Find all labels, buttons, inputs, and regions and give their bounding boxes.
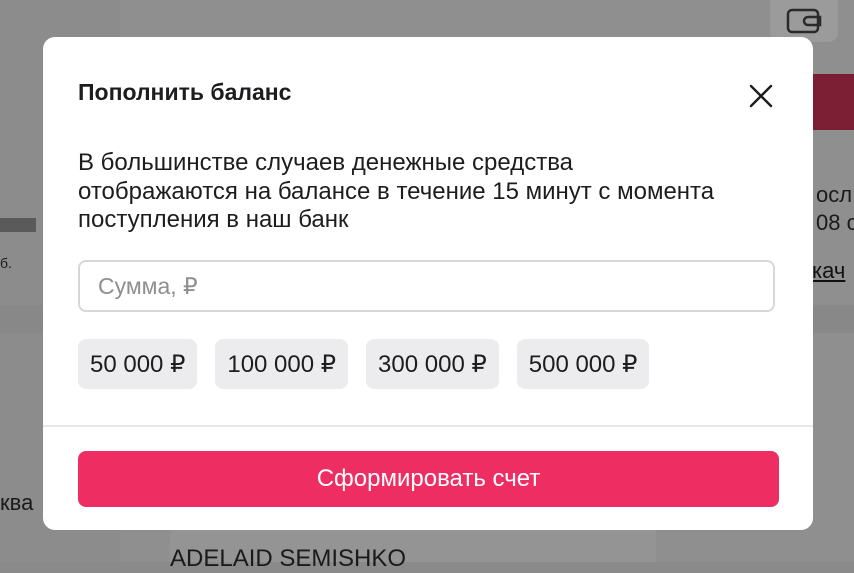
quick-amount-300000-button[interactable]: 300 000 ₽ <box>366 339 499 389</box>
background-name-text: ADELAID SEMISHKO <box>170 545 407 572</box>
amount-input[interactable] <box>78 260 775 312</box>
top-up-balance-modal: Пополнить баланс В большинстве случаев д… <box>43 37 813 530</box>
background-action-button[interactable] <box>813 74 854 130</box>
background-right-text-1: осл <box>816 182 853 207</box>
create-invoice-button[interactable]: Сформировать счет <box>78 451 779 507</box>
modal-title: Пополнить баланс <box>78 79 292 105</box>
background-left-word: ква <box>0 490 34 515</box>
background-left-small-text: б. <box>0 255 12 271</box>
quick-amount-500000-button[interactable]: 500 000 ₽ <box>516 339 650 389</box>
wallet-icon <box>786 8 822 34</box>
close-icon <box>749 84 773 108</box>
modal-description: В большинстве случаев денежные средства … <box>78 149 715 233</box>
background-right-text-2: 08 с <box>816 210 854 235</box>
modal-divider <box>43 425 813 427</box>
quick-amount-list: 50 000 ₽ 100 000 ₽ 300 000 ₽ 500 000 ₽ <box>78 339 650 389</box>
quick-amount-50000-button[interactable]: 50 000 ₽ <box>78 339 198 389</box>
background-progress-bar <box>0 218 36 232</box>
close-button[interactable] <box>744 79 778 113</box>
background-right-link[interactable]: кач <box>812 258 845 284</box>
quick-amount-100000-button[interactable]: 100 000 ₽ <box>215 339 349 389</box>
wallet-button[interactable] <box>770 0 838 42</box>
